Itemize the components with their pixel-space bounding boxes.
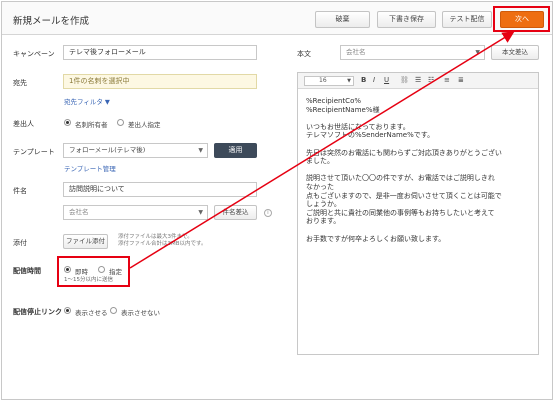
body-text[interactable]: %RecipientCo% %RecipientName%様 いつもお世話になって… <box>306 97 534 243</box>
destination-field[interactable]: 1件の名刺を選択中 <box>63 74 257 89</box>
chevron-down-icon: ▼ <box>347 78 351 84</box>
sender-owner-text: 名刺所有者 <box>75 121 108 129</box>
subject-insert-value: 会社名 <box>69 208 89 216</box>
unsubscribe-show-text: 表示させる <box>75 309 108 317</box>
chevron-down-icon: ▼ <box>198 209 203 216</box>
save-draft-button[interactable]: 下書き保存 <box>377 11 436 28</box>
editor-toolbar: 16 ▼ B I U ⛓ ☰ ☷ ≡ ≣ <box>298 73 538 89</box>
body-line: なかった <box>306 182 334 191</box>
campaign-label: キャンペーン <box>13 50 55 58</box>
unordered-list-icon[interactable]: ☷ <box>428 76 434 84</box>
unsubscribe-link-label: 配信停止リンク <box>13 308 62 316</box>
body-line: ました。 <box>306 157 334 166</box>
unsubscribe-hide-text: 表示させない <box>121 309 160 317</box>
body-line: 先日は突然のお電話にも関わらずご対応頂きありがとうござい <box>306 148 502 157</box>
chevron-down-icon: ▼ <box>198 147 203 154</box>
body-line: おります。 <box>306 217 341 226</box>
chevron-down-icon: ▼ <box>475 49 480 56</box>
body-insert-button[interactable]: 本文差込 <box>491 45 539 60</box>
sender-label: 差出人 <box>13 120 34 128</box>
body-line: お手数ですが何卒よろしくお願い致します。 <box>306 234 446 243</box>
body-line: 説明させて頂いた〇〇の件ですが、お電話ではご説明しきれ <box>306 174 495 183</box>
unsubscribe-hide-radio[interactable] <box>110 307 117 314</box>
next-button-highlight <box>493 6 550 32</box>
link-icon[interactable]: ⛓ <box>400 76 409 84</box>
subject-input[interactable]: 訪問説明について <box>63 182 257 197</box>
destination-filter-link[interactable]: 宛先フィルタ ▼ <box>64 96 110 106</box>
attachment-note-2: 添付ファイル合計は3MB以内です。 <box>118 241 207 247</box>
sender-custom-radio[interactable] <box>117 119 124 126</box>
discard-button[interactable]: 破棄 <box>315 11 370 28</box>
sender-owner-radio[interactable] <box>64 119 71 126</box>
send-time-label: 配信時間 <box>13 267 41 275</box>
test-send-button[interactable]: テスト配信 <box>442 11 492 28</box>
page-title: 新規メールを作成 <box>13 16 90 27</box>
file-attach-button[interactable]: ファイル添付 <box>63 234 108 249</box>
body-line: テレマソフトの%SenderName%です。 <box>306 131 435 140</box>
italic-button[interactable]: I <box>373 76 375 84</box>
compose-window: 新規メールを作成 破棄 下書き保存 テスト配信 次へ キャンペーン テレマ後フォ… <box>1 1 553 400</box>
align-center-icon[interactable]: ≣ <box>458 76 464 84</box>
underline-button[interactable]: U <box>384 76 389 84</box>
body-line: 点もございますので、是非一度お伺いさせて頂くことは可能で <box>306 191 502 200</box>
bold-button[interactable]: B <box>361 76 366 84</box>
template-manage-link[interactable]: テンプレート管理 <box>64 163 116 173</box>
body-line: しょうか。 <box>306 200 341 209</box>
body-editor[interactable]: 16 ▼ B I U ⛓ ☰ ☷ ≡ ≣ %RecipientCo% %Recip… <box>297 72 539 355</box>
subject-insert-select[interactable]: 会社名 ▼ <box>63 205 208 220</box>
body-label: 本文 <box>297 50 311 58</box>
template-select[interactable]: フォローメール(テレマ後) ▼ <box>63 143 208 158</box>
send-time-highlight <box>57 256 130 287</box>
body-line: いつもお世話になっております。 <box>306 122 410 131</box>
template-label: テンプレート <box>13 148 55 156</box>
subject-label: 件名 <box>13 187 27 195</box>
subject-insert-button[interactable]: 件名差込 <box>214 205 257 220</box>
body-line <box>306 226 534 235</box>
template-apply-button[interactable]: 適用 <box>214 143 257 158</box>
body-line: %RecipientName%様 <box>306 105 380 114</box>
body-insert-select[interactable]: 会社名 ▼ <box>340 45 485 60</box>
destination-label: 宛先 <box>13 79 27 87</box>
body-line <box>306 114 534 123</box>
sender-custom-text: 差出人指定 <box>128 121 161 129</box>
body-line: %RecipientCo% <box>306 97 361 105</box>
font-size-value: 16 <box>319 77 327 84</box>
header-bar: 新規メールを作成 破棄 下書き保存 テスト配信 次へ <box>2 2 552 35</box>
font-size-select[interactable]: 16 ▼ <box>304 76 354 86</box>
ordered-list-icon[interactable]: ☰ <box>415 76 421 84</box>
align-left-icon[interactable]: ≡ <box>444 76 450 84</box>
attachment-note-1: 添付ファイルは最大3件まで。 <box>118 234 193 240</box>
campaign-input[interactable]: テレマ後フォローメール <box>63 45 257 60</box>
body-line: ご説明と共に貴社の同業他の事例等もお持ちしたいと考えて <box>306 208 495 217</box>
body-insert-value: 会社名 <box>346 48 366 56</box>
info-icon[interactable]: i <box>264 209 272 217</box>
body-line <box>306 140 534 149</box>
unsubscribe-show-radio[interactable] <box>64 307 71 314</box>
attachment-label: 添付 <box>13 239 27 247</box>
template-select-value: フォローメール(テレマ後) <box>69 146 146 154</box>
